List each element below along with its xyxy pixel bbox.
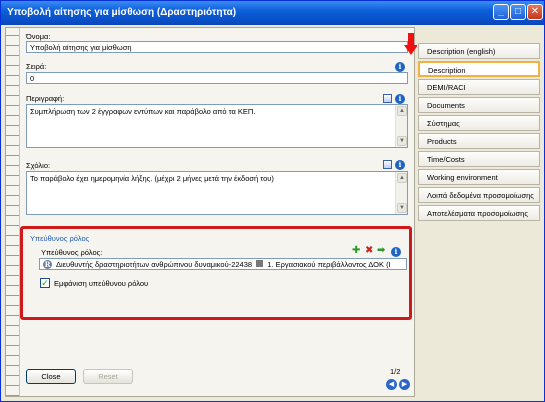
name-input[interactable]: Υποβολή αίτησης για μίσθωση bbox=[26, 41, 408, 53]
comment-scrollbar[interactable]: ▲ ▼ bbox=[395, 172, 407, 214]
previous-page-icon[interactable]: ◀ bbox=[386, 379, 397, 390]
responsible-role-group: Υπεύθυνος ρόλος Υπεύθυνος ρόλος: ✚ ✖ ➡ i… bbox=[20, 226, 412, 320]
role-value: Διευθυντής δραστηριοτήτων ανθρώπινου δυν… bbox=[56, 260, 253, 269]
comment-info-icon[interactable]: i bbox=[395, 160, 405, 170]
maximize-button[interactable]: □ bbox=[510, 4, 526, 20]
tab-time-costs[interactable]: Time/Costs bbox=[418, 151, 540, 167]
reset-button[interactable]: Reset bbox=[83, 369, 133, 384]
close-window-button[interactable]: ✕ bbox=[527, 4, 543, 20]
responsible-role-row[interactable]: R Διευθυντής δραστηριοτήτων ανθρώπινου δ… bbox=[39, 258, 407, 270]
name-label: Όνομα: bbox=[26, 32, 51, 41]
description-scrollbar[interactable]: ▲ ▼ bbox=[395, 105, 407, 147]
responsible-role-label: Υπεύθυνος ρόλος: bbox=[41, 248, 103, 257]
dialog-window: Υποβολή αίτησης για μίσθωση (Δραστηριότη… bbox=[0, 0, 545, 402]
tab-documents[interactable]: Documents bbox=[418, 97, 540, 113]
tab-simulation-results[interactable]: Αποτελέσματα προσομοίωσης bbox=[418, 205, 540, 221]
tab-demi-raci[interactable]: DEMI/RACI bbox=[418, 79, 540, 95]
window-title: Υποβολή αίτησης για μίσθωση (Δραστηριότη… bbox=[7, 7, 237, 18]
description-info-icon[interactable]: i bbox=[395, 94, 405, 104]
order-info-icon[interactable]: i bbox=[395, 62, 405, 72]
tab-description[interactable]: Description bbox=[418, 61, 540, 77]
responsible-role-panel: Υπεύθυνος ρόλος Υπεύθυνος ρόλος: ✚ ✖ ➡ i… bbox=[25, 231, 407, 315]
scroll-down-icon[interactable]: ▼ bbox=[397, 136, 407, 146]
minimize-button[interactable]: _ bbox=[493, 4, 509, 20]
tab-working-environment[interactable]: Working environment bbox=[418, 169, 540, 185]
role-value-2: 1. Εργασιακού περιβάλλοντος ΔΟΚ (Ι bbox=[267, 260, 391, 269]
role-type-icon: R bbox=[43, 260, 52, 269]
comment-label: Σχόλιο: bbox=[26, 161, 51, 170]
expand-comment-icon[interactable] bbox=[383, 160, 392, 169]
tab-description-english[interactable]: Description (english) bbox=[418, 43, 540, 59]
spiral-binding bbox=[6, 28, 20, 396]
role-info-icon[interactable]: i bbox=[391, 247, 401, 257]
role-separator-icon bbox=[256, 260, 264, 267]
scroll-up-icon[interactable]: ▲ bbox=[397, 106, 407, 116]
comment-textarea[interactable]: Το παράβολο έχει ημερομηνία λήξης. (μέχρ… bbox=[26, 171, 408, 215]
tab-simulation-data[interactable]: Λοιπά δεδομένα προσομοίωσης bbox=[418, 187, 540, 203]
add-icon[interactable]: ✚ bbox=[352, 245, 360, 256]
title-bar: Υποβολή αίτησης για μίσθωση (Δραστηριότη… bbox=[1, 1, 544, 25]
tab-panel: Description (english) Description DEMI/R… bbox=[417, 27, 541, 397]
scroll-up-icon[interactable]: ▲ bbox=[397, 173, 407, 183]
delete-icon[interactable]: ✖ bbox=[365, 245, 373, 256]
tab-products[interactable]: Products bbox=[418, 133, 540, 149]
expand-description-icon[interactable] bbox=[383, 94, 392, 103]
show-role-checkbox[interactable]: ✓ bbox=[40, 278, 50, 288]
scroll-down-icon[interactable]: ▼ bbox=[397, 203, 407, 213]
go-icon[interactable]: ➡ bbox=[377, 245, 385, 256]
description-text: Συμπλήρωση των 2 έγγραφων εντύπων και πα… bbox=[30, 107, 256, 116]
red-arrow-head-icon bbox=[404, 45, 418, 55]
description-textarea[interactable]: Συμπλήρωση των 2 έγγραφων εντύπων και πα… bbox=[26, 104, 408, 148]
show-role-checkbox-label: Εμφάνιση υπεύθυνου ρόλου bbox=[54, 279, 149, 288]
comment-text: Το παράβολο έχει ημερομηνία λήξης. (μέχρ… bbox=[30, 174, 274, 183]
close-button[interactable]: Close bbox=[26, 369, 76, 384]
page-indicator: 1/2 bbox=[390, 367, 401, 376]
responsible-role-group-title: Υπεύθυνος ρόλος bbox=[30, 234, 90, 243]
order-label: Σειρά: bbox=[26, 62, 47, 71]
form-panel: Όνομα: Υποβολή αίτησης για μίσθωση Σειρά… bbox=[5, 27, 415, 397]
order-input[interactable]: 0 bbox=[26, 72, 408, 84]
tab-systems[interactable]: Σύστημας bbox=[418, 115, 540, 131]
next-page-icon[interactable]: ▶ bbox=[399, 379, 410, 390]
description-label: Περιγραφή: bbox=[26, 94, 65, 103]
